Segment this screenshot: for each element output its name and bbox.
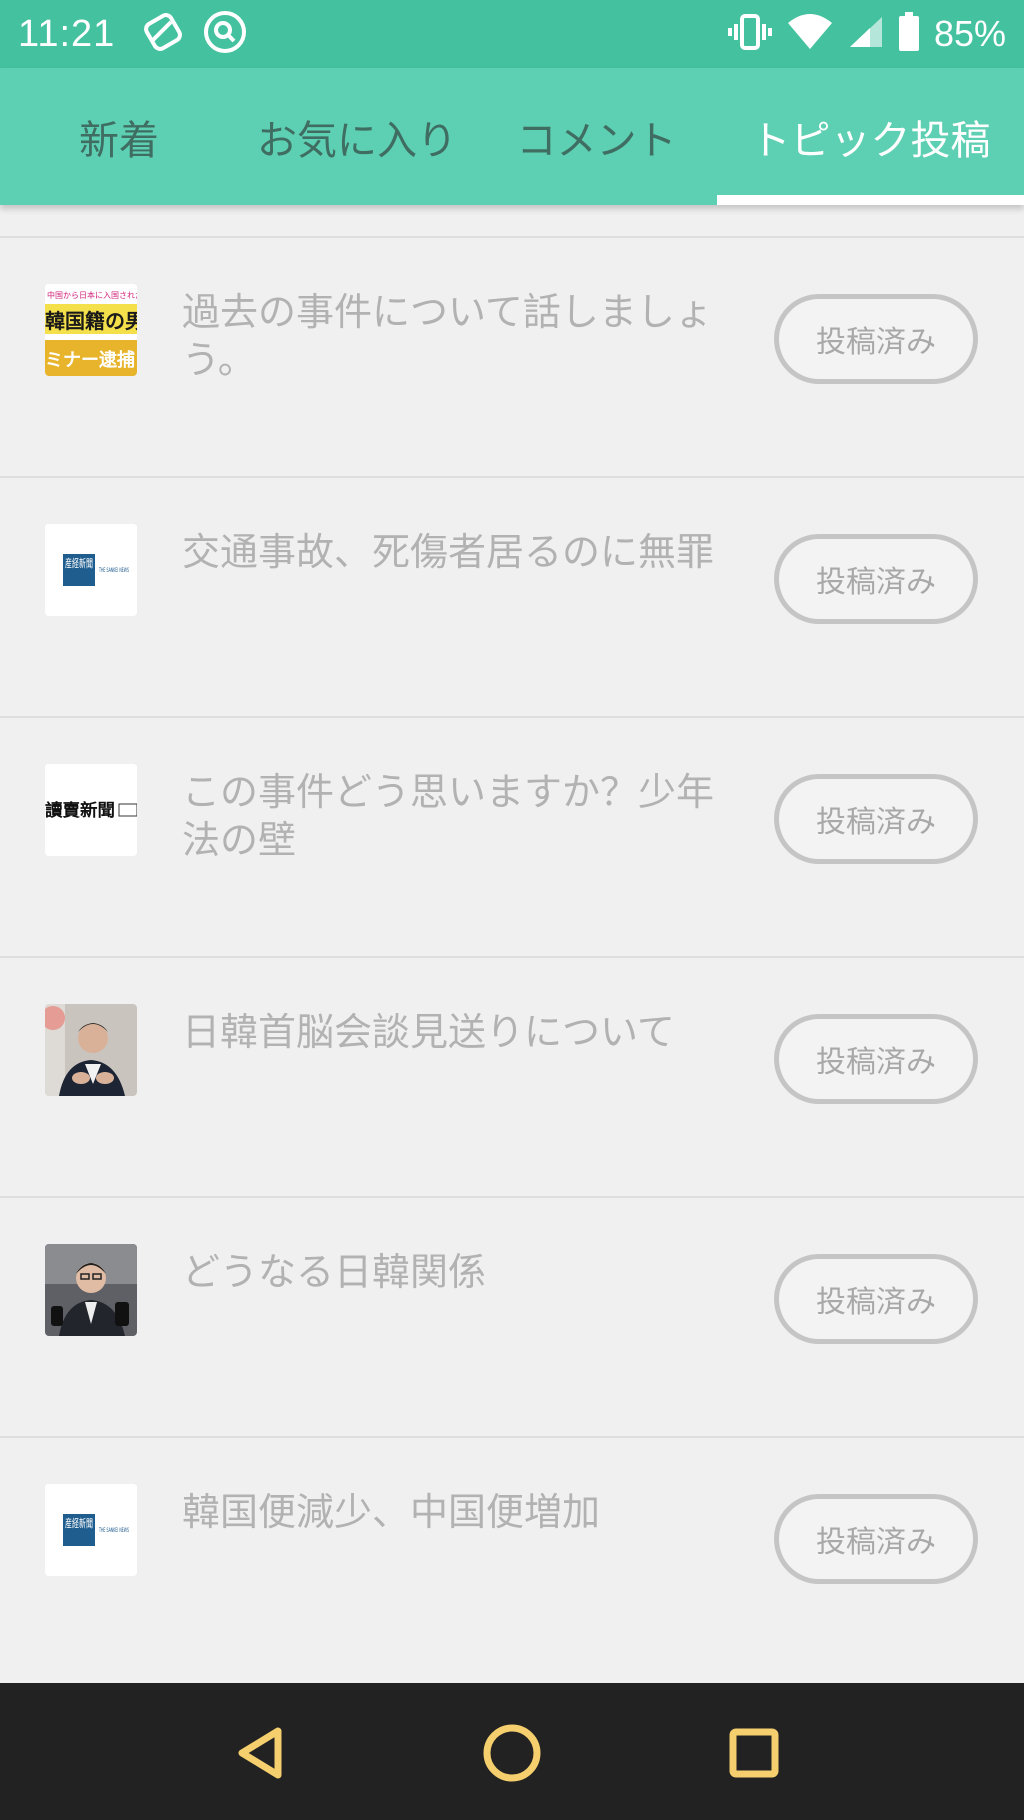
back-icon[interactable] <box>222 1713 302 1793</box>
press-photo <box>45 1244 137 1336</box>
sync-icon <box>141 10 185 58</box>
tab-new[interactable]: 新着 <box>0 68 238 205</box>
list-item[interactable]: 産経新聞 THE SANKEI NEWS 交通事故、死傷者居るのに無罪 投稿済み <box>0 476 1024 716</box>
newspaper-logo: 讀賣新聞 <box>45 764 137 856</box>
topic-list: 中国から日本に入国された 韓国籍の男 ミナー逮捕 過去の事件について話しましょう… <box>0 236 1024 1676</box>
news-clip-thumbnail: 中国から日本に入国された 韓国籍の男 ミナー逮捕 <box>45 284 137 376</box>
list-item[interactable]: 日韓首脳会談見送りについて 投稿済み <box>0 956 1024 1196</box>
navigation-bar <box>0 1683 1024 1820</box>
sankei-news-logo: 産経新聞 THE SANKEI NEWS <box>45 524 137 616</box>
clip-main-text: 韓国籍の男 <box>45 309 137 333</box>
home-icon[interactable] <box>472 1713 552 1793</box>
topic-title[interactable]: この事件どう思いますか？少年法の壁 <box>182 768 742 864</box>
posted-button[interactable]: 投稿済み <box>774 534 978 624</box>
vibrate-icon <box>727 12 772 56</box>
tab-bar: 新着 お気に入り コメント トピック投稿 <box>0 68 1024 205</box>
recents-icon[interactable] <box>714 1713 794 1793</box>
sankei-kanji: 産経新聞 <box>65 1516 93 1530</box>
clip-bottom-text: ミナー逮捕 <box>45 349 135 371</box>
posted-button[interactable]: 投稿済み <box>774 1254 978 1344</box>
sankei-en: THE SANKEI NEWS <box>98 567 129 574</box>
topic-title[interactable]: 交通事故、死傷者居るのに無罪 <box>182 528 742 576</box>
tab-favorites[interactable]: お気に入り <box>238 68 476 205</box>
posted-button[interactable]: 投稿済み <box>774 1014 978 1104</box>
clip-top-text: 中国から日本に入国された <box>47 290 137 300</box>
sankei-kanji: 産経新聞 <box>65 556 93 570</box>
list-item[interactable]: 中国から日本に入国された 韓国籍の男 ミナー逮捕 過去の事件について話しましょう… <box>0 236 1024 476</box>
tab-comments[interactable]: コメント <box>476 68 717 205</box>
posted-button[interactable]: 投稿済み <box>774 1494 978 1584</box>
topic-title[interactable]: 日韓首脳会談見送りについて <box>182 1008 742 1056</box>
list-item[interactable]: 讀賣新聞 この事件どう思いますか？少年法の壁 投稿済み <box>0 716 1024 956</box>
signal-icon <box>848 15 884 53</box>
tab-topic-posts[interactable]: トピック投稿 <box>717 68 1024 205</box>
list-item[interactable]: 産経新聞 THE SANKEI NEWS 韓国便減少、中国便増加 投稿済み <box>0 1436 1024 1676</box>
topic-title[interactable]: どうなる日韓関係 <box>182 1248 742 1296</box>
newspaper-name: 讀賣新聞 <box>45 800 115 821</box>
topic-title[interactable]: 過去の事件について話しましょう。 <box>182 288 742 384</box>
sankei-news-logo: 産経新聞 THE SANKEI NEWS <box>45 1484 137 1576</box>
active-tab-indicator <box>717 195 1024 205</box>
politician-photo <box>45 1004 137 1096</box>
sankei-en: THE SANKEI NEWS <box>98 1527 129 1534</box>
status-bar: 11:21 85% <box>0 0 1024 68</box>
wifi-icon <box>786 13 834 55</box>
status-time: 11:21 <box>18 12 116 55</box>
posted-button[interactable]: 投稿済み <box>774 774 978 864</box>
topic-title[interactable]: 韓国便減少、中国便増加 <box>182 1488 742 1536</box>
posted-button[interactable]: 投稿済み <box>774 294 978 384</box>
search-circle-icon <box>203 10 247 58</box>
battery-percent: 85% <box>933 13 1006 54</box>
list-item[interactable]: どうなる日韓関係 投稿済み <box>0 1196 1024 1436</box>
battery-icon <box>898 12 920 56</box>
